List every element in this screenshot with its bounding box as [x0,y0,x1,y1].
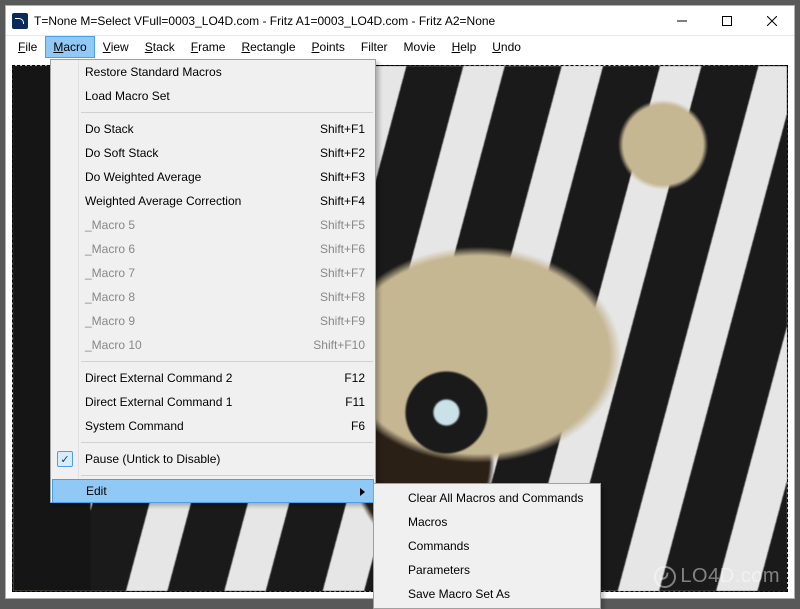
menu-item-shortcut: Shift+F6 [320,242,365,256]
menu-separator [81,475,373,476]
menu-item-shortcut: Shift+F10 [313,338,365,352]
menu-file[interactable]: File [10,36,45,58]
menu-item-label: _Macro 6 [85,242,135,256]
submenu-item-clear-all-macros-and-commands[interactable]: Clear All Macros and Commands [374,486,600,510]
checkmark-icon [57,451,73,467]
menu-item-label: Pause (Untick to Disable) [85,452,220,466]
menu-item-do-soft-stack[interactable]: Do Soft Stack Shift+F2 [51,141,375,165]
menu-item-label: Weighted Average Correction [85,194,241,208]
menu-item-direct-external-command-2[interactable]: Direct External Command 2 F12 [51,366,375,390]
menu-item-system-command[interactable]: System Command F6 [51,414,375,438]
edit-submenu: Clear All Macros and Commands Macros Comma… [373,483,601,609]
submenu-item-label: Save Macro Set As [408,587,510,601]
menubar: FileMacroViewStackFrameRectanglePointsFi… [6,36,794,58]
menu-item-pause-untick-to-disable-[interactable]: Pause (Untick to Disable) [51,447,375,471]
menu-item-label: _Macro 7 [85,266,135,280]
menu-item-label: Load Macro Set [85,89,170,103]
menu-item-shortcut: Shift+F2 [320,146,365,160]
menu-frame[interactable]: Frame [183,36,234,58]
menu-item-label: _Macro 10 [85,338,142,352]
menu-item-label: Do Weighted Average [85,170,201,184]
menu-separator [81,112,373,113]
menu-movie[interactable]: Movie [396,36,444,58]
menu-item-edit[interactable]: Edit [52,479,374,503]
menu-view[interactable]: View [95,36,137,58]
menu-item-do-weighted-average[interactable]: Do Weighted Average Shift+F3 [51,165,375,189]
menu-filter[interactable]: Filter [353,36,396,58]
menu-item--macro-5: _Macro 5 Shift+F5 [51,213,375,237]
submenu-item-label: Parameters [408,563,470,577]
menu-item-shortcut: Shift+F1 [320,122,365,136]
maximize-button[interactable] [704,6,749,35]
submenu-item-label: Macros [408,515,447,529]
menu-item-shortcut: Shift+F9 [320,314,365,328]
menu-help[interactable]: Help [444,36,485,58]
menu-separator [81,442,373,443]
menu-item-direct-external-command-1[interactable]: Direct External Command 1 F11 [51,390,375,414]
menu-item-shortcut: F6 [351,419,365,433]
menu-item--macro-8: _Macro 8 Shift+F8 [51,285,375,309]
menu-item-shortcut: F12 [344,371,365,385]
close-button[interactable] [749,6,794,35]
submenu-item-macros[interactable]: Macros [374,510,600,534]
menu-macro[interactable]: Macro [45,36,94,58]
menu-item-do-stack[interactable]: Do Stack Shift+F1 [51,117,375,141]
menu-item-label: _Macro 8 [85,290,135,304]
titlebar: T=None M=Select VFull=0003_LO4D.com - Fr… [6,6,794,36]
submenu-item-save-macro-set-as[interactable]: Save Macro Set As [374,582,600,606]
menu-points[interactable]: Points [304,36,353,58]
minimize-button[interactable] [659,6,704,35]
submenu-item-label: Clear All Macros and Commands [408,491,583,505]
menu-item-label: _Macro 5 [85,218,135,232]
menu-item-load-macro-set[interactable]: Load Macro Set [51,84,375,108]
menu-item-label: Direct External Command 1 [85,395,232,409]
submenu-item-parameters[interactable]: Parameters [374,558,600,582]
menu-item-label: _Macro 9 [85,314,135,328]
menu-item-shortcut: Shift+F4 [320,194,365,208]
menu-item--macro-6: _Macro 6 Shift+F6 [51,237,375,261]
window-controls [659,6,794,35]
menu-separator [81,361,373,362]
menu-rectangle[interactable]: Rectangle [233,36,303,58]
menu-item-label: Direct External Command 2 [85,371,232,385]
menu-item-shortcut: Shift+F8 [320,290,365,304]
app-icon [12,13,28,29]
submenu-item-label: Commands [408,539,469,553]
menu-item-label: Edit [86,484,107,498]
menu-item-label: Restore Standard Macros [85,65,222,79]
watermark: LO4D.com [654,565,780,588]
menu-item--macro-10: _Macro 10 Shift+F10 [51,333,375,357]
window-title: T=None M=Select VFull=0003_LO4D.com - Fr… [34,14,659,28]
submenu-item-commands[interactable]: Commands [374,534,600,558]
menu-item-label: System Command [85,419,184,433]
watermark-text: LO4D.com [680,565,780,588]
watermark-icon [654,566,676,588]
menu-item-shortcut: Shift+F3 [320,170,365,184]
menu-item--macro-7: _Macro 7 Shift+F7 [51,261,375,285]
macro-dropdown: Restore Standard Macros Load Macro Set Do … [50,59,376,503]
menu-item-label: Do Stack [85,122,134,136]
menu-item-shortcut: Shift+F7 [320,266,365,280]
app-window: T=None M=Select VFull=0003_LO4D.com - Fr… [5,5,795,599]
menu-item-label: Do Soft Stack [85,146,158,160]
menu-stack[interactable]: Stack [137,36,183,58]
menu-item--macro-9: _Macro 9 Shift+F9 [51,309,375,333]
submenu-arrow-icon [360,488,365,496]
menu-item-shortcut: F11 [345,395,365,409]
menu-undo[interactable]: Undo [484,36,529,58]
menu-item-weighted-average-correction[interactable]: Weighted Average Correction Shift+F4 [51,189,375,213]
menu-item-restore-standard-macros[interactable]: Restore Standard Macros [51,60,375,84]
menu-item-shortcut: Shift+F5 [320,218,365,232]
